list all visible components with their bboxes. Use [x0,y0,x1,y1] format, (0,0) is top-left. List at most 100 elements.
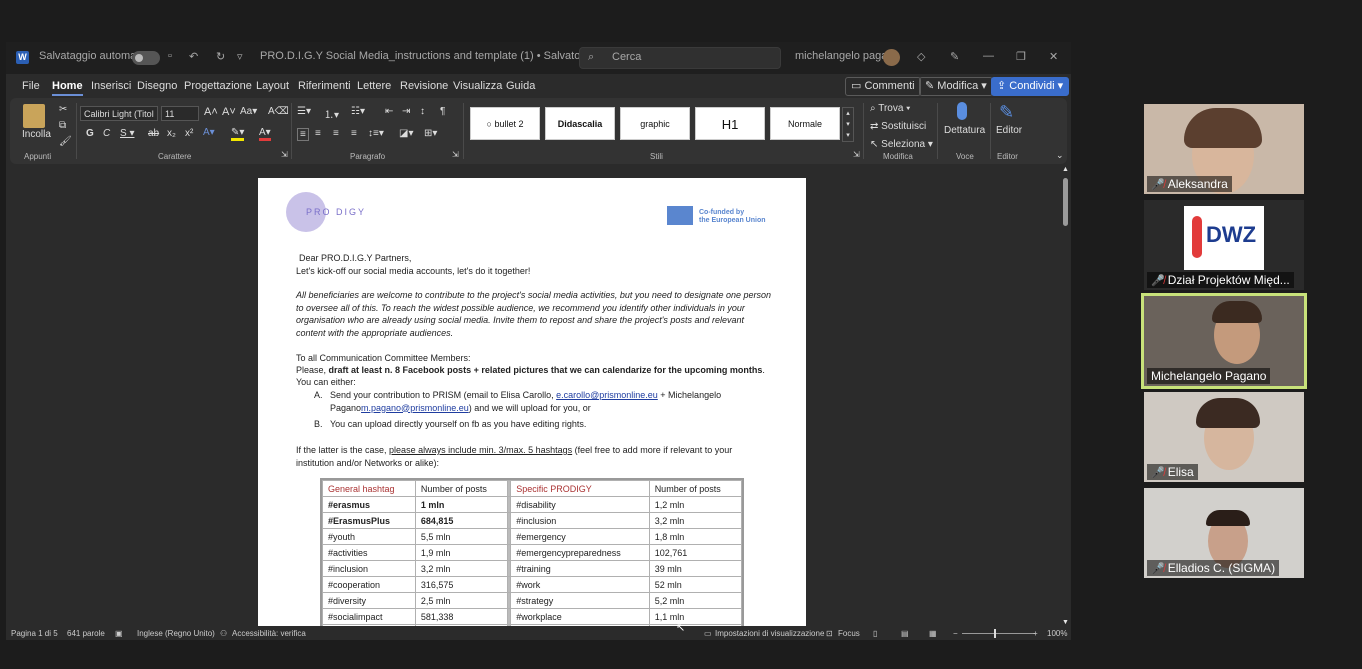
subscript-icon[interactable]: x₂ [167,128,176,139]
select-button[interactable]: ↖ Seleziona ▾ [870,139,933,150]
tab-draw[interactable]: Disegno [137,80,177,92]
multilevel-list-icon[interactable]: ☷▾ [351,106,365,117]
font-name-select[interactable]: Calibri Light (Titol [80,106,158,121]
font-dialog-icon[interactable]: ⇲ [281,150,288,159]
scroll-up-icon[interactable]: ▲ [1062,166,1069,173]
tab-help[interactable]: Guida [506,80,535,92]
tab-design[interactable]: Progettazione [184,80,252,92]
scroll-down-icon[interactable]: ▼ [1062,619,1069,626]
participant-tile[interactable]: 🎤̸ Aleksandra [1144,104,1304,194]
styles-dialog-icon[interactable]: ⇲ [853,150,860,159]
scrollbar-thumb[interactable] [1063,178,1068,226]
editing-mode-button[interactable]: ✎ Modifica ▾ [919,77,993,96]
style-caption[interactable]: Didascalia [545,107,615,140]
cut-icon[interactable]: ✂ [59,104,67,115]
participant-tile[interactable]: 🎤̸ Elisa [1144,392,1304,482]
style-h1[interactable]: H1 [695,107,765,140]
tab-home[interactable]: Home [52,80,83,96]
align-left-icon[interactable]: ≡ [297,128,309,141]
email-link-michelangelo[interactable]: m.pagano@prismonline.eu [361,403,469,413]
vertical-scrollbar[interactable]: ▲ ▼ [1061,166,1071,626]
editor-pen-icon[interactable]: ✎ [999,102,1014,123]
participant-tile[interactable]: 🎤̸ Elladios C. (SIGMA) [1144,488,1304,578]
font-size-select[interactable]: 11 [161,106,199,121]
share-button[interactable]: ⇪ Condividi ▾ [991,77,1070,96]
focus-mode[interactable]: Focus [838,629,860,638]
replace-button[interactable]: ⇄ Sostituisci [870,121,926,132]
tab-view[interactable]: Visualizza [453,80,502,92]
participant-tile-active[interactable]: Michelangelo Pagano [1141,293,1307,389]
tab-file[interactable]: File [22,80,40,92]
styles-scroll[interactable]: ▴ ▾ ▾ [842,107,854,142]
style-normal[interactable]: Normale [770,107,840,140]
close-icon[interactable]: ✕ [1049,50,1058,63]
pen-icon[interactable]: ✎ [950,50,959,63]
undo-icon[interactable]: ↶ [189,50,198,63]
minimize-icon[interactable]: — [983,50,994,62]
paragraph-dialog-icon[interactable]: ⇲ [452,150,459,159]
proofing-icon[interactable]: ▣ [115,629,123,638]
print-layout-icon[interactable]: ▤ [901,629,909,638]
change-case-icon[interactable]: Aa▾ [240,106,257,117]
tab-insert[interactable]: Inserisci [91,80,131,92]
customize-chevron-icon[interactable]: ▿ [237,50,243,63]
zoom-level[interactable]: 100% [1047,629,1067,638]
search-box[interactable]: ⌕ Cerca [579,47,781,69]
pilcrow-icon[interactable]: ¶ [440,106,445,117]
tab-review[interactable]: Revisione [400,80,448,92]
redo-icon[interactable]: ↻ [216,50,225,63]
shading-icon[interactable]: ◪▾ [399,128,413,139]
grow-font-icon[interactable]: A˄ [204,106,218,118]
page-count[interactable]: Pagina 1 di 5 [11,629,58,638]
autosave-toggle[interactable] [132,51,160,65]
borders-icon[interactable]: ⊞▾ [424,128,437,139]
avatar[interactable] [883,49,900,66]
dictate-button[interactable]: Dettatura [944,125,985,136]
microphone-icon[interactable] [957,102,967,120]
sort-icon[interactable]: ↕ [420,106,425,117]
display-settings[interactable]: Impostazioni di visualizzazione [715,629,824,638]
style-graphic[interactable]: graphic [620,107,690,140]
copy-icon[interactable]: ⧉ [59,120,66,131]
document-page[interactable]: PRO DIGY Co-funded by the European Union… [258,178,806,626]
save-icon[interactable]: ▫ [168,50,172,62]
editor-button[interactable]: Editor [996,125,1022,136]
tab-references[interactable]: Riferimenti [298,80,351,92]
diamond-icon[interactable]: ◇ [917,50,925,63]
bullets-icon[interactable]: ☰▾ [297,106,311,117]
document-area[interactable]: PRO DIGY Co-funded by the European Union… [6,166,1071,626]
underline-icon[interactable]: S ▾ [120,128,134,139]
paste-button[interactable]: Incolla [22,129,51,140]
strikethrough-icon[interactable]: ab [148,128,159,139]
email-link-elisa[interactable]: e.carollo@prismonline.eu [556,390,658,400]
align-right-icon[interactable]: ≡ [333,128,339,139]
tab-mailings[interactable]: Lettere [357,80,391,92]
zoom-slider[interactable] [962,633,1035,634]
web-layout-icon[interactable]: ▦ [929,629,937,638]
align-center-icon[interactable]: ≡ [315,128,321,139]
style-bullet-2[interactable]: ○ bullet 2 [470,107,540,140]
word-count[interactable]: 641 parole [67,629,105,638]
find-button[interactable]: ⌕ Trova ▾ [870,103,910,114]
tab-layout[interactable]: Layout [256,80,289,92]
restore-icon[interactable]: ❐ [1016,50,1026,63]
participant-tile[interactable]: DWZ 🎤̸ Dział Projektów Międ... [1144,200,1304,290]
read-mode-icon[interactable]: ▯ [873,629,877,638]
format-painter-icon[interactable]: 🖌 [59,136,72,147]
zoom-out-icon[interactable]: − [953,629,958,638]
zoom-slider-handle[interactable] [994,629,996,638]
comments-button[interactable]: ▭ Commenti [845,77,921,96]
shrink-font-icon[interactable]: A˅ [222,106,236,118]
language[interactable]: Inglese (Regno Unito) [137,629,215,638]
paste-icon[interactable] [23,104,45,128]
accessibility-check[interactable]: Accessibilità: verifica [232,629,306,638]
line-spacing-icon[interactable]: ↕≡▾ [368,128,384,139]
highlight-icon[interactable]: ✎▾ [231,127,245,141]
decrease-indent-icon[interactable]: ⇤ [385,106,393,117]
increase-indent-icon[interactable]: ⇥ [402,106,410,117]
justify-icon[interactable]: ≡ [351,128,357,139]
collapse-ribbon-icon[interactable]: ⌄ [1056,150,1064,161]
italic-icon[interactable]: C [103,128,110,139]
zoom-in-icon[interactable]: + [1033,629,1038,638]
clear-format-icon[interactable]: A⌫ [268,106,289,117]
